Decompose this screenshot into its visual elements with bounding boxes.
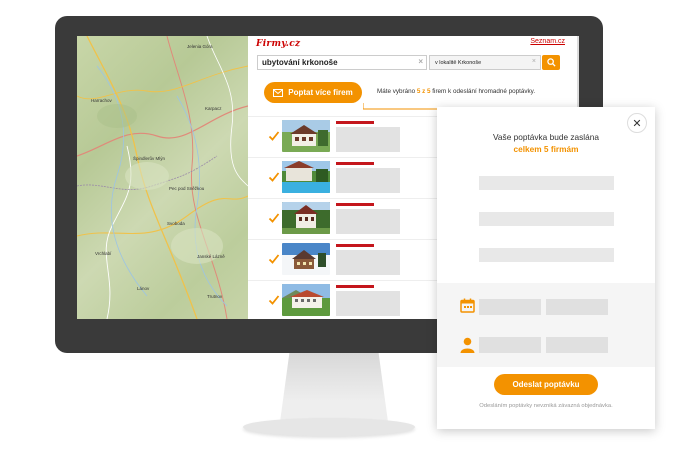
modal-subtitle: celkem 5 firmám bbox=[513, 144, 579, 154]
result-thumbnail[interactable] bbox=[282, 120, 330, 152]
search-input[interactable]: ubytování krkonoše × bbox=[257, 55, 427, 70]
map-label: Jelenia Góra bbox=[187, 44, 213, 49]
monitor-base bbox=[243, 418, 415, 436]
map-label: Pec pod Sněžkou bbox=[169, 186, 205, 191]
map-label: Špindlerův Mlýn bbox=[133, 156, 166, 161]
map-roads bbox=[77, 36, 248, 319]
checkmark-icon[interactable] bbox=[268, 171, 280, 183]
result-name-bar bbox=[336, 121, 374, 124]
user-icon bbox=[460, 337, 475, 353]
checkmark-icon[interactable] bbox=[268, 212, 280, 224]
result-info-placeholder bbox=[336, 291, 400, 316]
result-thumbnail[interactable] bbox=[282, 243, 330, 275]
search-value: ubytování krkonoše bbox=[262, 58, 338, 67]
map-label: Karpacz bbox=[205, 106, 222, 111]
selected-count: 5 z 5 bbox=[416, 88, 431, 95]
map-label: Janské Lázně bbox=[197, 254, 225, 259]
location-value: v lokalitě Krkonoše bbox=[435, 60, 482, 66]
form-field[interactable] bbox=[479, 176, 614, 190]
date-to-field[interactable] bbox=[546, 299, 608, 315]
clear-icon[interactable]: × bbox=[418, 57, 423, 66]
send-inquiry-button[interactable]: Odeslat poptávku bbox=[494, 374, 598, 395]
close-icon[interactable]: ✕ bbox=[627, 113, 647, 133]
result-thumbnail[interactable] bbox=[282, 202, 330, 234]
map-label: Trutnov bbox=[207, 294, 223, 299]
form-field[interactable] bbox=[479, 212, 614, 226]
result-info-placeholder bbox=[336, 168, 400, 193]
adults-field[interactable] bbox=[479, 337, 541, 353]
checkmark-icon[interactable] bbox=[268, 294, 280, 306]
result-name-bar bbox=[336, 162, 374, 165]
map[interactable]: Harrachov Špindlerův Mlýn Pec pod Sněžko… bbox=[77, 36, 248, 319]
calendar-icon bbox=[460, 298, 475, 313]
result-info-placeholder bbox=[336, 127, 400, 152]
result-info-placeholder bbox=[336, 250, 400, 275]
details-section bbox=[437, 283, 655, 367]
search-icon bbox=[546, 58, 556, 67]
map-label: Svoboda bbox=[167, 221, 185, 226]
map-label: Vrchlabí bbox=[95, 251, 112, 256]
result-info-placeholder bbox=[336, 209, 400, 234]
poptat-label: Poptat více firem bbox=[288, 88, 353, 97]
seznam-link[interactable]: Seznam.cz bbox=[530, 38, 565, 45]
date-from-field[interactable] bbox=[479, 299, 541, 315]
result-thumbnail[interactable] bbox=[282, 161, 330, 193]
result-name-bar bbox=[336, 203, 374, 206]
modal-title: Vaše poptávka bude zaslána bbox=[493, 132, 599, 142]
form-field[interactable] bbox=[479, 248, 614, 262]
location-input[interactable]: v lokalitě Krkonoše × bbox=[429, 55, 541, 70]
result-thumbnail[interactable] bbox=[282, 284, 330, 316]
envelope-icon bbox=[273, 88, 284, 97]
result-name-bar bbox=[336, 285, 374, 288]
inquiry-modal: ✕ Vaše poptávka bude zaslána celkem 5 fi… bbox=[437, 107, 655, 429]
checkmark-icon[interactable] bbox=[268, 253, 280, 265]
map-label: Lánov bbox=[137, 286, 150, 291]
children-field[interactable] bbox=[546, 337, 608, 353]
poptat-vice-firem-button[interactable]: Poptat více firem bbox=[264, 82, 362, 103]
clear-icon[interactable]: × bbox=[532, 58, 536, 65]
firmy-logo[interactable]: Firmy.cz bbox=[256, 39, 300, 49]
page: Harrachov Špindlerův Mlýn Pec pod Sněžko… bbox=[0, 0, 675, 450]
search-button[interactable] bbox=[542, 55, 560, 70]
monitor-stand bbox=[279, 345, 389, 425]
map-label: Harrachov bbox=[91, 98, 112, 103]
checkmark-icon[interactable] bbox=[268, 130, 280, 142]
selected-count-text: Máte vybráno 5 z 5 firem k odeslání hrom… bbox=[377, 88, 536, 95]
result-name-bar bbox=[336, 244, 374, 247]
disclaimer-note: Odesláním poptávky nevzniká závazná obje… bbox=[479, 403, 613, 409]
